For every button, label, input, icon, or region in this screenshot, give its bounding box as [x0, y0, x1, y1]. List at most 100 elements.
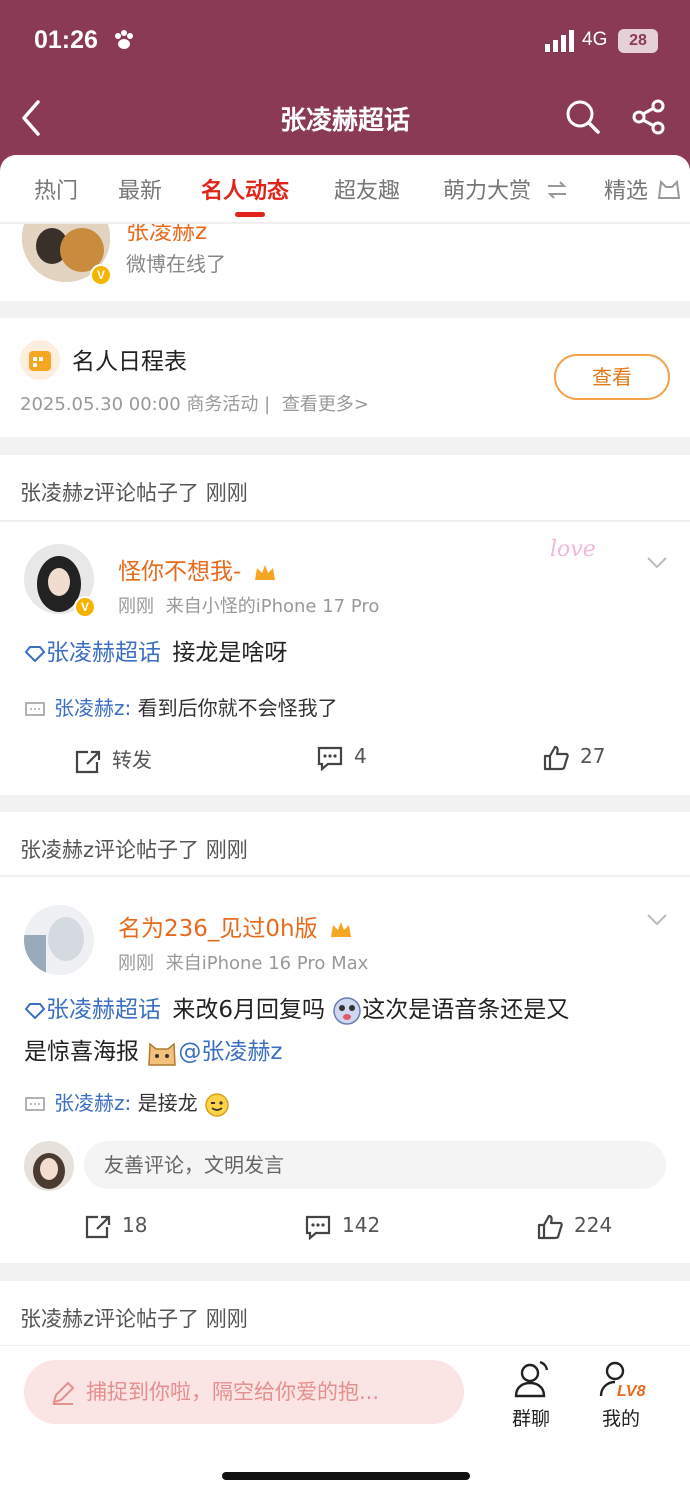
post-card[interactable]: V 怪你不想我- 刚刚 来自小怪的iPhone 17 Pro love 张凌赫超… — [0, 522, 690, 795]
mine-label: 我的 — [601, 1408, 640, 1430]
post-text: 来改6月回复吗 — [172, 997, 325, 1023]
crown-icon — [330, 921, 351, 937]
cat-icon — [657, 179, 681, 199]
group-chat-label: 群聊 — [511, 1408, 550, 1430]
cat-emoji-icon — [148, 1041, 177, 1066]
chevron-down-icon[interactable] — [646, 913, 668, 927]
comment-button[interactable]: 4 — [316, 744, 367, 771]
celebrity-user-card[interactable]: V 张凌赫z 微博在线了 — [0, 224, 690, 301]
view-schedule-button[interactable]: 查看 — [554, 354, 670, 400]
verified-badge: V — [90, 264, 112, 286]
post-content: 张凌赫超话 来改6月回复吗 这次是语音条还是又 是惊喜海报 @张凌赫z — [24, 989, 664, 1073]
online-status: 微博在线了 — [126, 252, 226, 276]
comment-small-icon — [25, 701, 45, 716]
repost-label: 转发 — [112, 748, 152, 772]
post-time: 刚刚 — [118, 953, 154, 974]
comment-count: 4 — [354, 744, 367, 768]
wink-emoji-icon — [205, 1092, 229, 1117]
topic-diamond-icon — [24, 645, 46, 662]
tab-featured[interactable]: 精选 — [604, 173, 648, 205]
status-time: 01:26 — [34, 26, 98, 54]
comment-icon — [305, 1215, 331, 1240]
chevron-down-icon[interactable] — [646, 556, 668, 570]
mine-button[interactable]: LV8 我的 — [586, 1358, 656, 1431]
bottom-bar: 捕捉到你啦，隔空给你爱的抱... 群聊 LV8 我的 — [0, 1345, 690, 1493]
schedule-info: 2025.05.30 00:00 商务活动 | 查看更多> — [20, 390, 369, 416]
section-title: 张凌赫z评论帖子了 刚刚 — [20, 1307, 248, 1331]
share-icon[interactable] — [630, 98, 668, 136]
tab-bar: 热门 最新 名人动态 超友趣 萌力大赏 精选 — [0, 155, 690, 223]
post-meta: 刚刚 来自iPhone 16 Pro Max — [118, 949, 368, 975]
calendar-icon — [20, 340, 60, 380]
comment-user[interactable]: 张凌赫z: — [54, 696, 131, 720]
network-label: 4G — [582, 29, 608, 50]
topic-link[interactable]: 张凌赫超话 — [46, 640, 161, 666]
verified-badge: V — [74, 596, 96, 618]
swap-icon[interactable] — [546, 180, 568, 200]
repost-button[interactable]: 转发 — [74, 744, 152, 775]
comment-text: 是接龙 — [137, 1091, 198, 1115]
home-indicator — [222, 1472, 470, 1480]
featured-comment[interactable]: 张凌赫z: 看到后你就不会怪我了 — [24, 692, 338, 721]
repost-button[interactable]: 18 — [84, 1213, 147, 1240]
mention-link[interactable]: @张凌赫z — [178, 1039, 282, 1065]
featured-comment[interactable]: 张凌赫z: 是接龙 — [24, 1087, 230, 1118]
celebrity-name[interactable]: 张凌赫z — [126, 224, 207, 246]
avatar[interactable] — [24, 905, 94, 975]
love-decoration-icon: love — [550, 537, 596, 562]
compose-input[interactable]: 捕捉到你啦，隔空给你爱的抱... — [24, 1360, 464, 1424]
post-meta: 刚刚 来自小怪的iPhone 17 Pro — [118, 592, 379, 618]
app-header: 01:26 4G 28 张凌赫超话 — [0, 0, 690, 175]
tab-hot[interactable]: 热门 — [34, 173, 78, 205]
comment-count: 142 — [342, 1213, 381, 1237]
like-count: 224 — [574, 1213, 613, 1237]
search-icon[interactable] — [564, 98, 602, 136]
post-source: 来自iPhone 16 Pro Max — [165, 953, 369, 974]
post-time: 刚刚 — [118, 596, 154, 617]
dizzy-emoji-icon — [333, 996, 362, 1025]
repost-count: 18 — [122, 1213, 148, 1237]
post-source: 来自小怪的iPhone 17 Pro — [165, 596, 380, 617]
comment-icon — [317, 746, 343, 771]
tab-latest[interactable]: 最新 — [118, 173, 162, 205]
pencil-icon — [52, 1381, 75, 1405]
author-name[interactable]: 怪你不想我- — [118, 552, 277, 586]
post-text-cont2: 是惊喜海报 — [24, 1039, 139, 1065]
like-button[interactable]: 224 — [536, 1213, 612, 1240]
topic-link[interactable]: 张凌赫超话 — [46, 997, 161, 1023]
author-name[interactable]: 名为236_见过0h版 — [118, 909, 353, 943]
repost-icon — [85, 1215, 111, 1238]
post-text-cont: 这次是语音条还是又 — [362, 997, 570, 1023]
my-avatar — [24, 1141, 74, 1191]
comment-small-icon — [25, 1096, 45, 1111]
paw-icon — [115, 30, 133, 49]
comment-button[interactable]: 142 — [304, 1213, 380, 1240]
repost-icon — [75, 750, 101, 773]
author-name-text: 名为236_见过0h版 — [118, 916, 318, 942]
post-card[interactable]: 名为236_见过0h版 刚刚 来自iPhone 16 Pro Max 张凌赫超话… — [0, 877, 690, 1263]
thumbs-up-icon — [537, 1214, 563, 1239]
tab-super-fun[interactable]: 超友趣 — [334, 173, 400, 205]
like-button[interactable]: 27 — [542, 744, 605, 771]
tab-celebrity-feed[interactable]: 名人动态 — [201, 173, 289, 205]
schedule-more-link[interactable]: 查看更多> — [282, 394, 369, 415]
reply-input[interactable]: 友善评论，文明发言 — [84, 1141, 666, 1189]
tab-cute-awards[interactable]: 萌力大赏 — [443, 173, 531, 205]
post-text: 接龙是啥呀 — [172, 640, 288, 666]
level-badge: LV8 — [617, 1383, 646, 1400]
thumbs-up-icon — [543, 745, 569, 770]
crown-icon — [254, 564, 275, 580]
post-section-header: 张凌赫z评论帖子了 刚刚 — [0, 1281, 690, 1345]
author-name-text: 怪你不想我- — [118, 559, 242, 585]
group-chat-icon — [514, 1360, 549, 1398]
group-chat-button[interactable]: 群聊 — [496, 1358, 566, 1431]
comment-text: 看到后你就不会怪我了 — [137, 696, 338, 720]
like-count: 27 — [580, 744, 606, 768]
section-title: 张凌赫z评论帖子了 刚刚 — [20, 481, 248, 505]
topic-diamond-icon — [24, 1002, 46, 1019]
section-title: 张凌赫z评论帖子了 刚刚 — [20, 838, 248, 862]
svg-text:love: love — [550, 537, 596, 562]
comment-user[interactable]: 张凌赫z: — [54, 1091, 131, 1115]
post-section-header: 张凌赫z评论帖子了 刚刚 — [0, 812, 690, 876]
battery-indicator: 28 — [618, 29, 658, 53]
